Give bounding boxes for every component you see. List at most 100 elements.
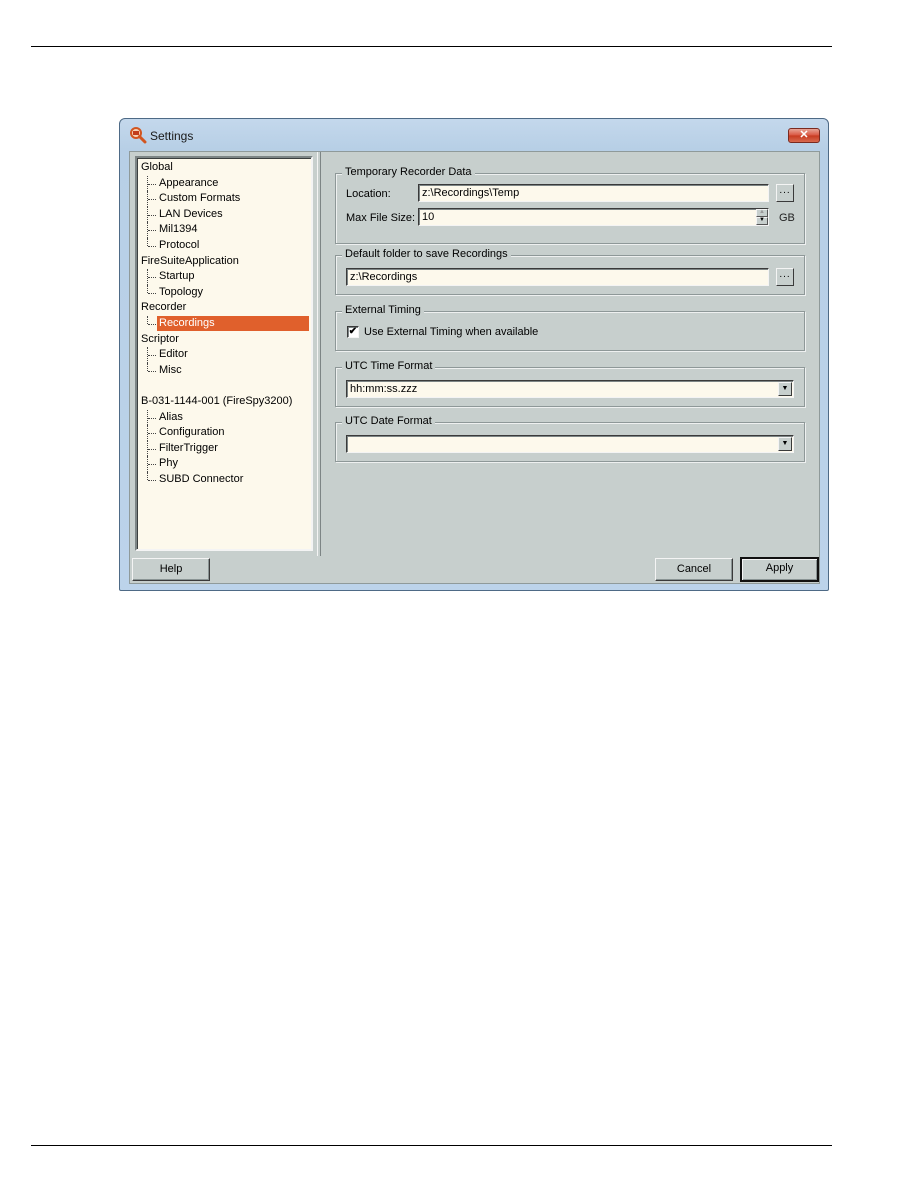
tree-item-label: Editor bbox=[159, 348, 188, 361]
tree-item-label: Mil1394 bbox=[159, 223, 198, 236]
tree-node[interactable]: Global bbox=[137, 160, 311, 176]
utc-time-format-group: UTC Time Format hh:mm:ss.zzz ▼ bbox=[335, 360, 805, 407]
tree-leaf[interactable]: Recordings bbox=[137, 315, 311, 332]
tree-leaf[interactable]: Custom Formats bbox=[137, 191, 311, 207]
magnifier-icon bbox=[130, 127, 147, 144]
utc-time-format-legend: UTC Time Format bbox=[342, 360, 436, 372]
tree-connector bbox=[148, 183, 156, 185]
tree-item-label: Appearance bbox=[159, 176, 219, 189]
tree-leaf[interactable]: Configuration bbox=[137, 425, 311, 441]
tree-item-label: Global bbox=[141, 161, 173, 173]
tree-item-label: Custom Formats bbox=[159, 192, 241, 205]
tree-connector bbox=[148, 464, 156, 466]
max-file-size-label: Max File Size: bbox=[346, 212, 416, 224]
pane-splitter[interactable] bbox=[317, 152, 321, 556]
max-file-size-input[interactable]: 10 bbox=[418, 208, 769, 226]
utc-date-format-select[interactable]: ▼ bbox=[346, 435, 794, 453]
tree-connector bbox=[148, 230, 156, 232]
tree-connector bbox=[148, 433, 156, 435]
max-file-size-unit: GB bbox=[779, 212, 795, 224]
utc-time-format-value: hh:mm:ss.zzz bbox=[350, 383, 418, 395]
max-file-size-spinner[interactable]: ▲ ▼ bbox=[756, 209, 768, 225]
tree-leaf[interactable]: Editor bbox=[137, 347, 311, 363]
tree-connector bbox=[148, 277, 156, 279]
tree-item-label: Recordings bbox=[157, 315, 309, 331]
tree-connector bbox=[147, 237, 148, 246]
tree-connector bbox=[147, 362, 148, 371]
temp-recorder-group: Temporary Recorder Data Location: z:\Rec… bbox=[335, 166, 805, 244]
close-button[interactable]: ✕ bbox=[788, 128, 820, 143]
utc-time-format-select[interactable]: hh:mm:ss.zzz ▼ bbox=[346, 380, 794, 398]
tree-connector bbox=[148, 417, 156, 419]
tree-item-label: FireSuiteApplication bbox=[141, 254, 239, 267]
external-timing-legend: External Timing bbox=[342, 304, 424, 316]
close-icon: ✕ bbox=[799, 129, 809, 141]
tree-node[interactable]: B-031-1144-001 (FireSpy3200) bbox=[137, 394, 311, 410]
help-button[interactable]: Help bbox=[132, 558, 210, 581]
tree-item-label: Recorder bbox=[141, 301, 187, 314]
tree-item-label: Startup bbox=[159, 270, 195, 283]
tree-connector bbox=[148, 323, 156, 325]
default-folder-legend: Default folder to save Recordings bbox=[342, 248, 511, 260]
chevron-down-icon: ▼ bbox=[781, 385, 789, 392]
utc-time-dropdown-button[interactable]: ▼ bbox=[778, 382, 792, 396]
tree-connector bbox=[148, 479, 156, 481]
location-label: Location: bbox=[346, 188, 391, 200]
default-folder-input[interactable]: z:\Recordings bbox=[346, 268, 769, 286]
tree-connector bbox=[147, 315, 148, 324]
tree-leaf[interactable]: Topology bbox=[137, 284, 311, 301]
default-folder-group: Default folder to save Recordings z:\Rec… bbox=[335, 248, 805, 295]
settings-pane: Temporary Recorder Data Location: z:\Rec… bbox=[323, 156, 817, 554]
tree-item-label: Topology bbox=[159, 285, 204, 298]
tree-leaf[interactable]: Misc bbox=[137, 362, 311, 379]
tree-leaf[interactable]: Phy bbox=[137, 456, 311, 472]
default-folder-browse-button[interactable]: ... bbox=[776, 268, 794, 286]
tree-item-label: Configuration bbox=[159, 426, 225, 439]
tree-connector bbox=[147, 284, 148, 293]
tree-item-label: SUBD Connector bbox=[159, 472, 244, 485]
tree-leaf[interactable]: Appearance bbox=[137, 175, 311, 192]
tree-leaf[interactable]: FilterTrigger bbox=[137, 440, 311, 457]
tree-leaf[interactable]: LAN Devices bbox=[137, 206, 311, 223]
tree-connector bbox=[148, 199, 156, 201]
use-external-timing-checkbox[interactable]: ✔ bbox=[347, 326, 359, 338]
tree-leaf[interactable]: Mil1394 bbox=[137, 222, 311, 238]
tree-leaf[interactable]: Protocol bbox=[137, 237, 311, 254]
checkmark-icon: ✔ bbox=[348, 326, 358, 337]
tree-connector bbox=[148, 370, 156, 372]
apply-button[interactable]: Apply bbox=[740, 557, 819, 582]
tree-item-label: B-031-1144-001 (FireSpy3200) bbox=[141, 394, 293, 407]
window-title: Settings bbox=[150, 129, 194, 143]
tree-item-label: Phy bbox=[159, 457, 178, 470]
tree-item-label: Scriptor bbox=[141, 332, 179, 345]
tree-leaf[interactable]: SUBD Connector bbox=[137, 471, 311, 488]
tree-leaf[interactable]: Alias bbox=[137, 409, 311, 426]
utc-date-format-group: UTC Date Format ▼ bbox=[335, 415, 805, 462]
tree-node[interactable]: FireSuiteApplication bbox=[137, 254, 311, 270]
tree-item-label: LAN Devices bbox=[159, 207, 223, 220]
tree-connector bbox=[148, 448, 156, 450]
location-input[interactable]: z:\Recordings\Temp bbox=[418, 184, 769, 202]
tree-item-label: Alias bbox=[159, 410, 183, 423]
settings-tree[interactable]: Global Appearance Custom Formats LAN Device… bbox=[135, 156, 313, 551]
spin-down-icon[interactable]: ▼ bbox=[756, 217, 768, 225]
page-header-rule bbox=[31, 46, 832, 47]
tree-connector bbox=[148, 214, 156, 216]
tree-leaf[interactable]: Startup bbox=[137, 269, 311, 285]
utc-date-dropdown-button[interactable]: ▼ bbox=[778, 437, 792, 451]
tree-connector bbox=[148, 245, 156, 247]
spin-up-icon[interactable]: ▲ bbox=[756, 209, 768, 217]
cancel-button[interactable]: Cancel bbox=[655, 558, 733, 581]
tree-node[interactable]: Recorder bbox=[137, 300, 311, 316]
tree-node[interactable]: Scriptor bbox=[137, 332, 311, 348]
dialog-body: Global Appearance Custom Formats LAN Device… bbox=[129, 151, 820, 584]
utc-date-format-legend: UTC Date Format bbox=[342, 415, 435, 427]
settings-window: Settings ✕ Global Appearance Custom Format… bbox=[119, 118, 829, 591]
tree-item-label: Protocol bbox=[159, 238, 200, 251]
tree-item-label: FilterTrigger bbox=[159, 441, 218, 454]
tree-connector bbox=[147, 471, 148, 480]
tree-connector bbox=[148, 355, 156, 357]
location-browse-button[interactable]: ... bbox=[776, 184, 794, 202]
use-external-timing-label[interactable]: Use External Timing when available bbox=[364, 326, 538, 338]
